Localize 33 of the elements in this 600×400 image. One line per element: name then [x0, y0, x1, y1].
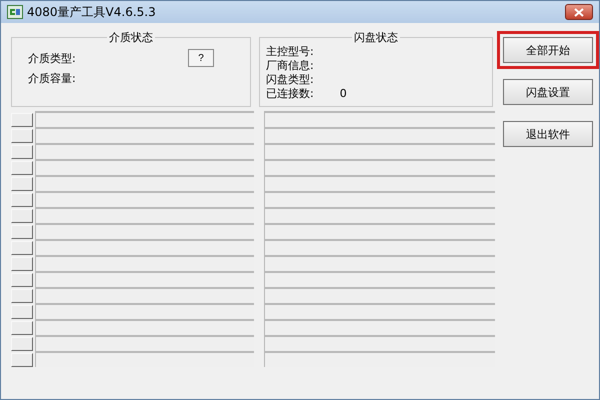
slot-button[interactable]	[11, 321, 33, 335]
slot-button[interactable]	[11, 353, 33, 367]
action-button[interactable]: 全部开始	[503, 37, 593, 63]
field-label: 介质类型:	[28, 50, 76, 66]
close-icon	[574, 8, 584, 16]
slot-button[interactable]	[11, 161, 33, 175]
group-title: 介质状态	[107, 30, 155, 45]
slot-button[interactable]	[11, 273, 33, 287]
slot-button[interactable]	[11, 241, 33, 255]
slot-button[interactable]	[11, 225, 33, 239]
close-button[interactable]	[565, 4, 593, 20]
window-title: 4080量产工具V4.6.5.3	[27, 4, 156, 20]
field-label: 主控型号:	[266, 44, 314, 58]
slot-button[interactable]	[11, 177, 33, 191]
field-value: 0	[340, 86, 347, 100]
action-button[interactable]: 闪盘设置	[503, 79, 593, 105]
help-button[interactable]: ?	[188, 49, 214, 67]
field-label: 闪盘类型:	[266, 72, 314, 86]
slot-button[interactable]	[11, 289, 33, 303]
field-label: 已连接数:	[266, 86, 314, 100]
slot-button[interactable]	[11, 209, 33, 223]
slot-button[interactable]	[11, 305, 33, 319]
slot-button[interactable]	[11, 145, 33, 159]
action-button[interactable]: 退出软件	[503, 121, 593, 147]
app-icon	[7, 5, 23, 19]
group-title: 闪盘状态	[352, 30, 400, 45]
field-label: 介质容量:	[28, 70, 76, 86]
slot-button[interactable]	[11, 257, 33, 271]
slot-button[interactable]	[11, 337, 33, 351]
slot-button[interactable]	[11, 129, 33, 143]
slot-button[interactable]	[11, 193, 33, 207]
field-label: 厂商信息:	[266, 58, 314, 72]
slot-button[interactable]	[11, 113, 33, 127]
